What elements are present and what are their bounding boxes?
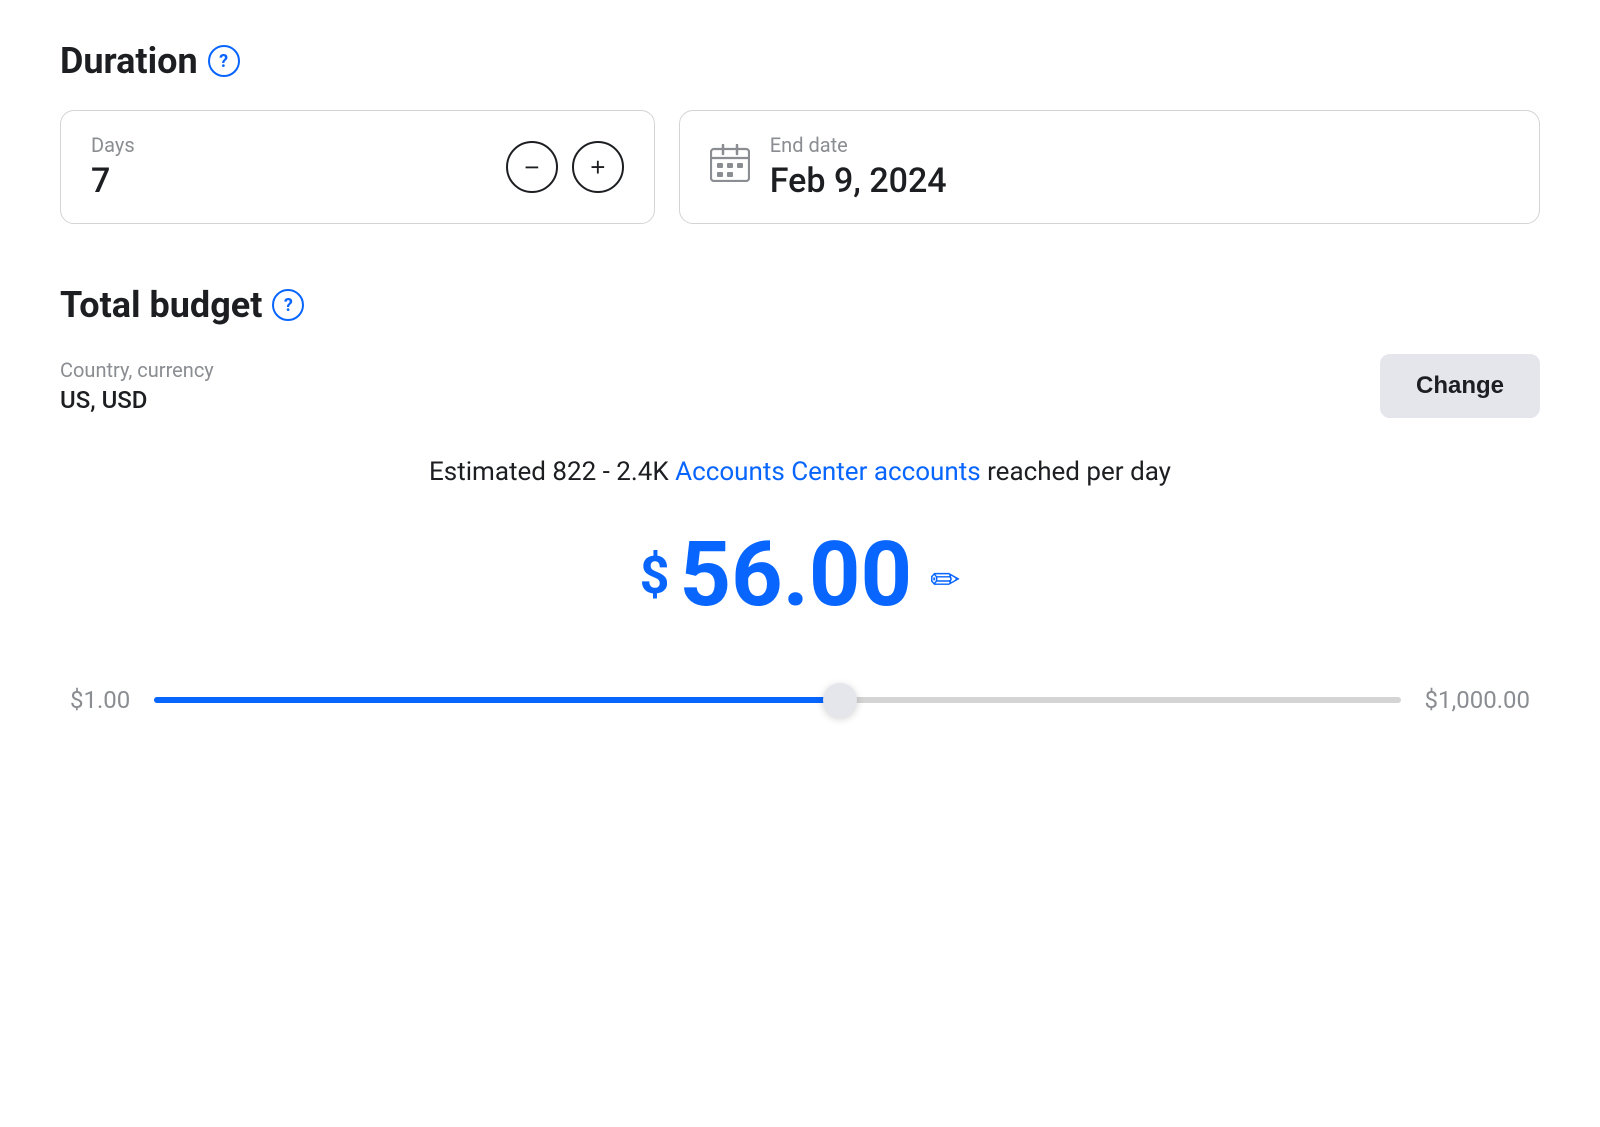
days-value: 7 (91, 161, 135, 201)
edit-budget-icon[interactable]: ✏ (930, 559, 960, 601)
change-button[interactable]: Change (1380, 354, 1540, 418)
duration-help-icon[interactable]: ? (208, 45, 240, 77)
duration-section: Duration ? Days 7 − + (60, 40, 1540, 224)
dollar-sign: $ (640, 545, 670, 606)
calendar-icon (710, 144, 750, 190)
duration-title: Duration (60, 40, 198, 82)
total-budget-help-icon[interactable]: ? (272, 289, 304, 321)
slider-thumb[interactable] (823, 683, 857, 717)
budget-amount: 56.00 (680, 530, 913, 620)
currency-row: Country, currency US, USD Change (60, 354, 1540, 418)
currency-label: Country, currency (60, 358, 214, 382)
duration-controls-row: Days 7 − + (60, 110, 1540, 224)
budget-amount-row: $ 56.00 ✏ (60, 530, 1540, 620)
accounts-center-link[interactable]: Accounts Center accounts (675, 457, 981, 487)
total-budget-title: Total budget (60, 284, 262, 326)
budget-slider-section: $1.00 $1,000.00 (60, 670, 1540, 730)
days-info: Days 7 (91, 133, 135, 201)
slider-min-label: $1.00 (70, 686, 130, 714)
days-box: Days 7 − + (60, 110, 655, 224)
currency-value: US, USD (60, 386, 214, 414)
slider-max-label: $1,000.00 (1425, 686, 1530, 714)
end-date-value: Feb 9, 2024 (770, 161, 947, 201)
estimated-prefix: Estimated 822 - 2.4K (429, 457, 675, 487)
increment-button[interactable]: + (572, 141, 624, 193)
currency-info: Country, currency US, USD (60, 358, 214, 414)
end-date-label: End date (770, 133, 947, 157)
end-date-box[interactable]: End date Feb 9, 2024 (679, 110, 1540, 224)
total-budget-section: Total budget ? Country, currency US, USD… (60, 284, 1540, 730)
days-label: Days (91, 133, 135, 157)
total-budget-title-row: Total budget ? (60, 284, 1540, 326)
slider-fill (154, 697, 839, 703)
end-date-content: End date Feb 9, 2024 (770, 133, 947, 201)
estimated-reach-text: Estimated 822 - 2.4K Accounts Center acc… (60, 454, 1540, 490)
stepper-buttons: − + (506, 141, 624, 193)
duration-title-row: Duration ? (60, 40, 1540, 82)
estimated-suffix: reached per day (981, 457, 1171, 487)
decrement-button[interactable]: − (506, 141, 558, 193)
slider-wrapper (154, 670, 1400, 730)
slider-container: $1.00 $1,000.00 (70, 670, 1530, 730)
